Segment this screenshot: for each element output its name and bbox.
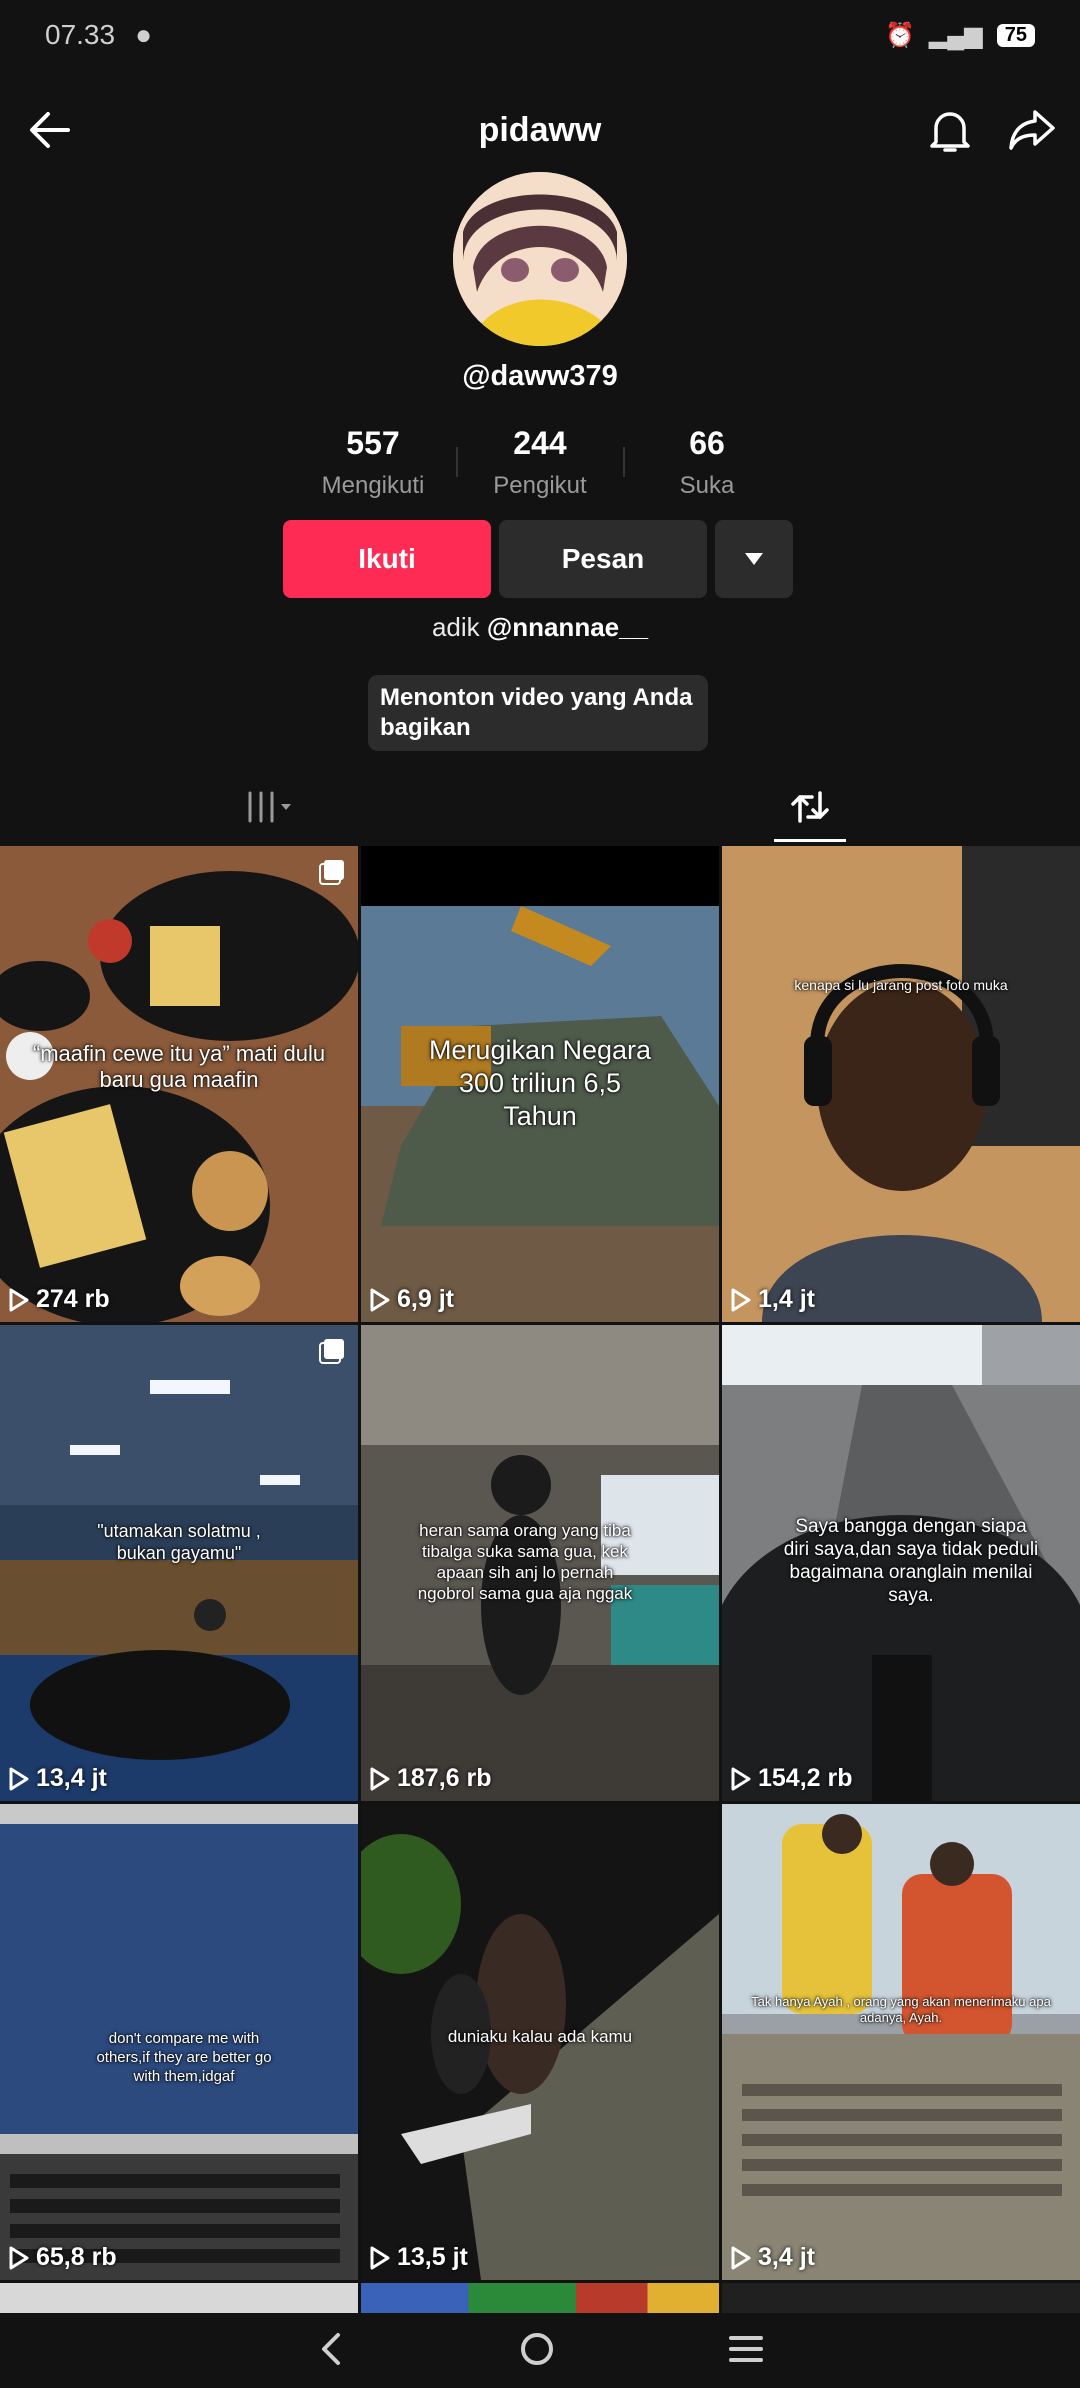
view-count-value: 274 rb	[36, 1285, 110, 1313]
nav-home-button[interactable]	[519, 2331, 555, 2372]
play-icon	[9, 1288, 29, 1311]
play-icon	[370, 1767, 390, 1790]
view-count-value: 65,8 rb	[36, 2243, 117, 2271]
view-count-value: 1,4 jt	[758, 1285, 815, 1313]
multi-photo-icon	[318, 858, 346, 891]
video-caption: heran sama orang yang tiba tibalga suka …	[417, 1521, 633, 1603]
view-count: 1,4 jt	[730, 1285, 815, 1314]
tab-videos[interactable]	[0, 770, 540, 844]
view-count: 6,9 jt	[369, 1285, 454, 1314]
stat-followers[interactable]: 244 Pengikut	[458, 425, 623, 500]
view-count-value: 13,4 jt	[36, 1764, 107, 1792]
view-count: 3,4 jt	[730, 2243, 815, 2272]
play-icon	[9, 1767, 29, 1790]
video-caption: don't compare me with others,if they are…	[96, 2030, 272, 2085]
share-button[interactable]	[1002, 100, 1062, 160]
view-count-value: 6,9 jt	[397, 1285, 454, 1313]
stat-following[interactable]: 557 Mengikuti	[291, 425, 456, 500]
stat-likes-value: 66	[689, 425, 725, 461]
video-thumbnail[interactable]: don't compare me with others,if they are…	[0, 1804, 358, 2280]
video-grid: “maafin cewe itu ya” mati dulu baru gua …	[0, 846, 1080, 2280]
signal-icon: ▂▄▆	[928, 21, 983, 49]
bio-text: adik	[431, 612, 487, 642]
view-count: 65,8 rb	[8, 2243, 117, 2272]
back-arrow-icon	[30, 112, 70, 148]
view-count: 274 rb	[8, 1285, 110, 1314]
avatar[interactable]	[453, 172, 627, 346]
battery-indicator: 75	[996, 23, 1035, 47]
profile-actions: Ikuti Pesan	[283, 520, 793, 598]
profile-stats: 557 Mengikuti 244 Pengikut 66 Suka	[0, 425, 1080, 500]
video-thumbnail[interactable]: duniaku kalau ada kamu 13,5 jt	[361, 1804, 719, 2280]
multi-photo-icon	[318, 1337, 346, 1370]
view-count: 13,5 jt	[369, 2243, 468, 2272]
repost-icon	[791, 791, 829, 823]
video-grid-next-row	[0, 2283, 1080, 2313]
tab-reposts[interactable]	[540, 770, 1080, 844]
stat-followers-label: Pengikut	[493, 472, 587, 499]
play-icon	[731, 1767, 751, 1790]
video-thumbnail[interactable]: heran sama orang yang tiba tibalga suka …	[361, 1325, 719, 1801]
video-thumbnail[interactable]: Tak hanya Ayah , orang yang akan menerim…	[722, 1804, 1080, 2280]
view-count: 154,2 rb	[730, 1764, 853, 1793]
video-caption: kenapa si lu jarang post foto muka	[794, 977, 1008, 993]
notification-icon: ●	[135, 19, 152, 50]
video-thumbnail[interactable]	[361, 2283, 719, 2313]
video-thumbnail[interactable]: kenapa si lu jarang post foto muka 1,4 j…	[722, 846, 1080, 1322]
message-button[interactable]: Pesan	[499, 520, 707, 598]
system-navigation-bar	[0, 2314, 1080, 2388]
video-thumbnail[interactable]: “maafin cewe itu ya” mati dulu baru gua …	[0, 846, 358, 1322]
video-caption: “maafin cewe itu ya” mati dulu baru gua …	[32, 1041, 326, 1092]
view-count-value: 3,4 jt	[758, 2243, 815, 2271]
view-count-value: 187,6 rb	[397, 1764, 492, 1792]
video-thumbnail[interactable]: Merugikan Negara 300 triliun 6,5 Tahun 6…	[361, 846, 719, 1322]
profile-handle: @daww379	[462, 360, 618, 392]
play-icon	[9, 2246, 29, 2269]
stat-followers-value: 244	[513, 425, 567, 461]
play-icon	[731, 2246, 751, 2269]
play-icon	[370, 2246, 390, 2269]
alarm-icon: ⏰	[884, 21, 915, 49]
grid-filter-icon	[248, 791, 291, 823]
caret-down-icon	[745, 553, 763, 565]
status-time: 07.33	[45, 19, 116, 50]
video-caption: duniaku kalau ada kamu	[447, 2027, 633, 2046]
back-button[interactable]	[20, 100, 80, 160]
video-thumbnail[interactable]	[0, 2283, 358, 2313]
video-thumbnail[interactable]: Saya bangga dengan siapa diri saya,dan s…	[722, 1325, 1080, 1801]
play-icon	[370, 1288, 390, 1311]
home-circle-icon	[520, 2332, 553, 2365]
video-caption: Merugikan Negara 300 triliun 6,5 Tahun	[428, 1035, 652, 1131]
notification-button[interactable]	[920, 100, 980, 160]
bell-icon	[930, 112, 970, 152]
content-tabs	[0, 770, 1080, 844]
stat-following-value: 557	[346, 425, 400, 461]
video-caption: "utamakan solatmu , bukan gayamu"	[97, 1521, 261, 1563]
play-icon	[731, 1288, 751, 1311]
stat-likes-label: Suka	[679, 472, 735, 499]
page-title: pidaww	[478, 110, 602, 149]
nav-recents-button[interactable]	[728, 2334, 764, 2369]
bio-mention-link[interactable]: @nnannae__	[487, 612, 648, 642]
shared-video-chip[interactable]: Menonton video yang Anda bagikan	[368, 675, 708, 751]
menu-lines-icon	[728, 2335, 763, 2362]
video-thumbnail[interactable]: "utamakan solatmu , bukan gayamu" 13,4 j…	[0, 1325, 358, 1801]
video-thumbnail[interactable]	[722, 2283, 1080, 2313]
share-icon	[1009, 110, 1055, 150]
view-count: 13,4 jt	[8, 1764, 107, 1793]
video-caption: Saya bangga dengan siapa diri saya,dan s…	[783, 1516, 1039, 1606]
stat-following-label: Mengikuti	[321, 472, 425, 499]
status-bar: 07.33 ● ⏰ ▂▄▆ 75	[0, 0, 1080, 70]
video-caption: Tak hanya Ayah , orang yang akan menerim…	[751, 1994, 1051, 2025]
view-count: 187,6 rb	[369, 1764, 492, 1793]
stat-likes[interactable]: 66 Suka	[625, 425, 790, 500]
profile-bio: adik @nnannae__	[0, 612, 1080, 643]
view-count-value: 13,5 jt	[397, 2243, 468, 2271]
more-dropdown-button[interactable]	[715, 520, 793, 598]
chevron-left-icon	[322, 2332, 341, 2365]
nav-back-button[interactable]	[316, 2332, 346, 2371]
view-count-value: 154,2 rb	[758, 1764, 853, 1792]
follow-button[interactable]: Ikuti	[283, 520, 491, 598]
